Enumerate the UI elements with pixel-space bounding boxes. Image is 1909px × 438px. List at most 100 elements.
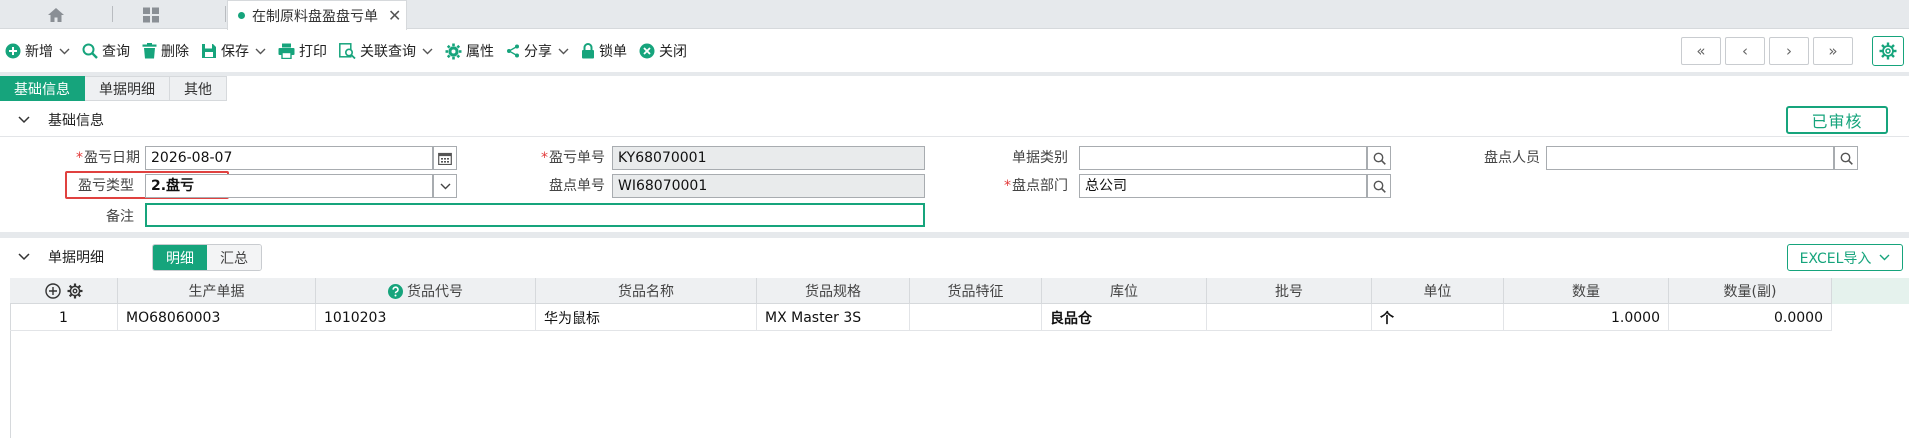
calendar-icon [438,152,452,165]
doc-category-field[interactable] [1079,146,1367,170]
tab-separator [112,6,113,22]
col-item-code[interactable]: 货品代号 [316,278,536,304]
close-icon[interactable]: ✕ [388,6,401,25]
print-label: 打印 [299,44,327,60]
cell-location[interactable]: 良品仓 [1042,304,1207,331]
count-person-lookup-button[interactable] [1834,146,1858,170]
chevron-down-icon[interactable] [59,48,70,55]
pl-type-dropdown-button[interactable] [433,174,457,198]
gear-icon [1879,42,1897,60]
count-dept-field[interactable]: 总公司 [1079,174,1367,198]
count-no-label: 盘点单号 [549,178,605,194]
chevron-down-icon[interactable] [422,48,433,55]
col-item-spec[interactable]: 货品规格 [757,278,910,304]
active-dot-icon [238,12,245,19]
help-icon[interactable] [388,283,403,299]
chevron-down-icon[interactable] [18,115,30,124]
properties-button[interactable]: 属性 [445,37,494,65]
previous-record-button[interactable]: ‹ [1725,37,1765,65]
first-record-button[interactable]: « [1681,37,1721,65]
home-tab[interactable] [20,3,92,27]
linked-query-button[interactable]: 关联查询 [339,37,433,65]
remark-input[interactable] [145,203,925,227]
properties-label: 属性 [466,44,494,60]
cell-item-feature[interactable] [910,304,1042,331]
chevron-down-icon[interactable] [1879,254,1890,261]
doc-category-lookup-button[interactable] [1367,146,1391,170]
cell-item-spec[interactable]: MX Master 3S [757,304,910,331]
row-index: 1 [10,304,118,331]
divider [0,72,1909,76]
chevron-down-icon [440,183,451,190]
basic-info-header[interactable]: 基础信息 [0,103,1909,137]
add-row-icon[interactable] [44,283,61,299]
col-qty[interactable]: 数量 [1504,278,1669,304]
delete-button[interactable]: 删除 [142,37,189,65]
chevron-down-icon[interactable] [558,48,569,55]
required-mark: * [1004,178,1011,194]
count-person-field[interactable] [1546,146,1834,170]
col-production-doc[interactable]: 生产单据 [118,278,316,304]
tab-other[interactable]: 其他 [170,76,227,101]
col-item-feature[interactable]: 货品特征 [910,278,1042,304]
search-icon [82,43,98,59]
pl-date-field[interactable]: 2026-08-07 [145,146,433,170]
next-record-button[interactable]: › [1769,37,1809,65]
home-icon [47,7,65,23]
share-button[interactable]: 分享 [506,37,569,65]
new-button[interactable]: 新增 [5,37,70,65]
tab-document-detail[interactable]: 单据明细 [85,76,170,101]
calendar-button[interactable] [433,146,457,170]
save-label: 保存 [221,44,249,60]
table-row[interactable]: 1 MO68060003 1010203 华为鼠标 MX Master 3S 良… [10,304,1832,331]
close-circle-icon [639,43,655,59]
pl-type-label: 盈亏类型 [78,178,134,194]
col-location[interactable]: 库位 [1042,278,1207,304]
save-icon [201,43,217,59]
excel-import-label: EXCEL导入 [1799,250,1872,267]
tab-title: 在制原料盘盈盘亏单 [252,8,378,25]
count-dept-lookup-button[interactable] [1367,174,1391,198]
cell-qty[interactable]: 1.0000 [1504,304,1669,331]
col-qty-sub[interactable]: 数量(副) [1669,278,1832,304]
detail-header[interactable]: 单据明细 [0,240,1909,274]
chevron-down-icon[interactable] [255,48,266,55]
close-label: 关闭 [659,44,687,60]
query-button[interactable]: 查询 [82,37,130,65]
tab-basic-info[interactable]: 基础信息 [0,76,85,101]
status-badge: 已审核 [1786,106,1888,134]
last-record-button[interactable]: » [1813,37,1853,65]
gear-icon[interactable] [67,283,83,299]
count-person-label: 盘点人员 [1484,150,1540,166]
lock-label: 锁单 [599,44,627,60]
required-mark: * [76,150,83,166]
excel-import-button[interactable]: EXCEL导入 [1787,244,1903,271]
grid-header-filler [1832,278,1909,304]
section-title: 基础信息 [48,112,104,129]
lock-button[interactable]: 锁单 [581,37,627,65]
section-tabs: 基础信息 单据明细 其他 [0,76,227,101]
cell-item-name[interactable]: 华为鼠标 [536,304,757,331]
col-batch[interactable]: 批号 [1207,278,1372,304]
settings-button[interactable] [1872,36,1904,66]
share-icon [506,44,520,58]
cell-item-code[interactable]: 1010203 [316,304,536,331]
cell-production-doc[interactable]: MO68060003 [118,304,316,331]
tab-detail[interactable]: 明细 [153,245,207,270]
pl-no-label: *盈亏单号 [541,150,605,166]
tab-stock-profit-loss[interactable]: 在制原料盘盈盘亏单 ✕ [227,0,407,30]
apps-tab[interactable] [120,3,182,27]
pl-type-select[interactable]: 2.盘亏 [145,174,433,198]
col-unit[interactable]: 单位 [1372,278,1504,304]
close-button[interactable]: 关闭 [639,37,687,65]
detail-view-switch: 明细 汇总 [152,244,262,271]
save-button[interactable]: 保存 [201,37,266,65]
print-button[interactable]: 打印 [278,37,327,65]
cell-batch[interactable] [1207,304,1372,331]
chevron-down-icon[interactable] [18,253,30,261]
tab-summary[interactable]: 汇总 [207,245,261,270]
cell-unit[interactable]: 个 [1372,304,1504,331]
cell-qty-sub[interactable]: 0.0000 [1669,304,1832,331]
section-title: 单据明细 [48,250,104,266]
col-item-name[interactable]: 货品名称 [536,278,757,304]
